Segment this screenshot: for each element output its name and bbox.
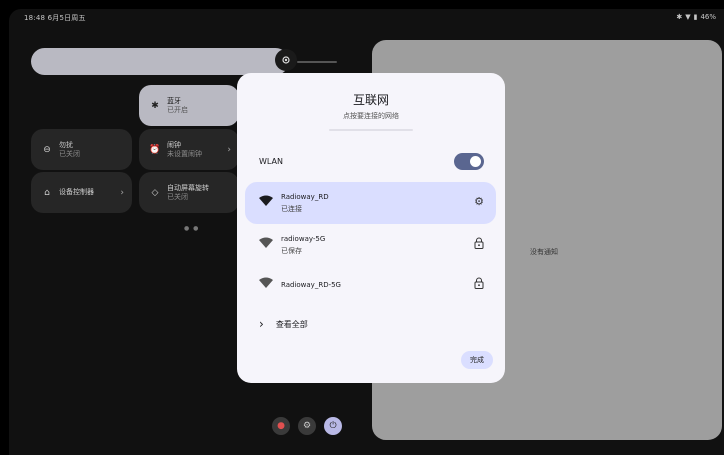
dialog-divider xyxy=(329,129,413,131)
tile-subtitle: 已开启 xyxy=(167,105,188,114)
wifi-icon xyxy=(259,277,273,288)
brightness-slider[interactable] xyxy=(31,48,289,75)
dialog-subtitle: 点按要连接的网络 xyxy=(343,112,399,120)
network-name: radioway-5G xyxy=(281,235,326,243)
done-button[interactable]: 完成 xyxy=(461,351,493,369)
network-item-radioway-rd-5g[interactable]: Radioway_RD-5G xyxy=(245,264,496,306)
internet-dialog: 互联网 点按要连接的网络 WLAN Radioway_RD 已连接 ⚙ radi… xyxy=(237,73,505,383)
brightness-icon xyxy=(282,56,290,64)
tile-bluetooth[interactable]: ✱ 蓝牙 已开启 xyxy=(139,85,239,126)
see-all-label: 查看全部 xyxy=(275,319,308,329)
bottom-actions: ● ⚙ ⏻ xyxy=(272,417,342,435)
settings-button[interactable]: ⚙ xyxy=(298,417,316,435)
tile-auto-rotate[interactable]: ◇ 自动屏幕旋转 已关闭 xyxy=(139,172,239,213)
lock-icon xyxy=(474,277,484,289)
network-name: Radioway_RD-5G xyxy=(281,281,341,289)
network-status: 已保存 xyxy=(281,247,302,255)
chevron-right-icon: › xyxy=(227,144,231,155)
wifi-icon xyxy=(259,195,273,206)
status-icons: ✱ ▼ ▮ 46% xyxy=(676,13,716,21)
power-icon: ⏻ xyxy=(329,421,337,431)
gear-icon[interactable]: ⚙ xyxy=(474,195,484,208)
tile-title: 蓝牙 xyxy=(167,96,181,105)
dialog-title: 互联网 xyxy=(352,93,389,107)
wlan-toggle[interactable] xyxy=(454,153,484,170)
network-item-radioway-5g[interactable]: radioway-5G 已保存 xyxy=(245,224,496,266)
alarm-icon: ⏰ xyxy=(149,144,161,155)
tile-device-controls[interactable]: ⌂ 设备控制器 › xyxy=(31,172,132,213)
tile-title: 闹钟 xyxy=(167,140,181,149)
user-icon: ● xyxy=(277,421,285,431)
tile-title: 设备控制器 xyxy=(59,188,94,196)
lock-icon xyxy=(474,237,484,249)
home-icon: ⌂ xyxy=(44,187,50,198)
tile-title: 自动屏幕旋转 xyxy=(167,183,209,192)
chevron-right-icon: › xyxy=(259,317,264,331)
wlan-label: WLAN xyxy=(259,157,284,166)
tile-title: 勿扰 xyxy=(59,140,73,149)
tile-subtitle: 未设置闹钟 xyxy=(167,149,202,158)
tile-subtitle: 已关闭 xyxy=(167,192,188,201)
wifi-status-icon: ▼ xyxy=(685,13,691,21)
see-all-networks[interactable]: › 查看全部 xyxy=(259,317,308,331)
bluetooth-icon: ✱ xyxy=(151,100,159,111)
user-switch-button[interactable]: ● xyxy=(272,417,290,435)
battery-percent: 46% xyxy=(700,13,716,21)
tile-alarm[interactable]: ⏰ 闹钟 未设置闹钟 › xyxy=(139,129,239,170)
brightness-handle[interactable] xyxy=(275,49,297,71)
no-notifications-text: 没有通知 xyxy=(530,248,558,256)
do-not-disturb-icon: ⊖ xyxy=(43,144,51,155)
page-indicator: ● ● xyxy=(184,225,200,232)
battery-icon: ▮ xyxy=(693,13,698,21)
bluetooth-status-icon: ✱ xyxy=(676,13,683,21)
gear-icon: ⚙ xyxy=(302,421,312,431)
network-status: 已连接 xyxy=(281,205,302,213)
tile-do-not-disturb[interactable]: ⊖ 勿扰 已关闭 xyxy=(31,129,132,170)
power-button[interactable]: ⏻ xyxy=(324,417,342,435)
brightness-track xyxy=(297,61,337,63)
toggle-knob xyxy=(470,156,481,167)
chevron-right-icon: › xyxy=(120,187,124,198)
network-item-radioway-rd[interactable]: Radioway_RD 已连接 ⚙ xyxy=(245,182,496,224)
tile-subtitle: 已关闭 xyxy=(59,149,80,158)
network-name: Radioway_RD xyxy=(281,193,329,201)
status-time-date: 18:48 6月5日周五 xyxy=(24,14,86,22)
rotate-icon: ◇ xyxy=(151,187,159,198)
wifi-icon xyxy=(259,237,273,248)
